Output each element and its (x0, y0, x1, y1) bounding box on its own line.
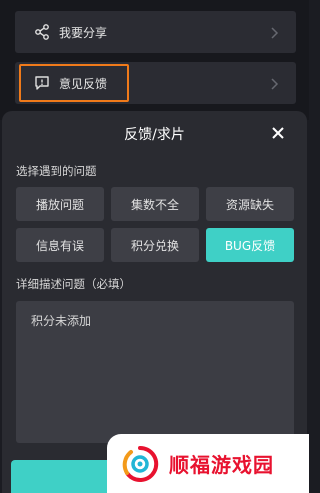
chevron-right-icon (270, 76, 280, 90)
share-icon (33, 23, 51, 41)
watermark-logo-icon (121, 445, 159, 483)
option-episodes[interactable]: 集数不全 (111, 187, 199, 221)
option-points-exchange[interactable]: 积分兑换 (111, 228, 199, 262)
settings-menu: 我要分享 意见反馈 (0, 0, 309, 120)
sheet-title: 反馈/求片 (124, 127, 185, 143)
chevron-right-icon (270, 25, 280, 39)
close-icon[interactable] (271, 125, 285, 139)
option-bug-report[interactable]: BUG反馈 (206, 228, 294, 262)
feedback-highlight-frame (19, 64, 129, 102)
detail-section-label: 详细描述问题（必填） (16, 277, 131, 291)
watermark-text: 顺福游戏园 (169, 453, 274, 477)
option-wrong-info[interactable]: 信息有误 (16, 228, 104, 262)
option-playback[interactable]: 播放问题 (16, 187, 104, 221)
menu-item-share-label: 我要分享 (59, 25, 108, 40)
detail-text: 积分未添加 (31, 314, 92, 328)
issue-section-label: 选择遇到的问题 (16, 164, 97, 178)
detail-textarea[interactable]: 积分未添加 (16, 301, 294, 443)
menu-item-share[interactable]: 我要分享 (15, 11, 296, 53)
watermark: 顺福游戏园 (107, 434, 309, 493)
option-missing-resource[interactable]: 资源缺失 (206, 187, 294, 221)
